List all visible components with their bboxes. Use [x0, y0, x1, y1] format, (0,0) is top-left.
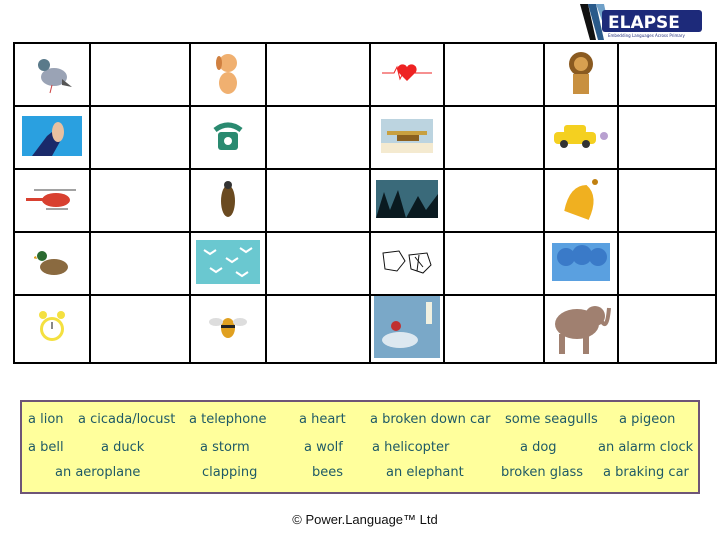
answer-cell[interactable]: [265, 231, 371, 296]
word-item[interactable]: a dog: [520, 440, 557, 455]
braking-car-image: [552, 122, 610, 154]
picture-cell: [543, 42, 619, 107]
alarm-clock-image: [37, 307, 67, 351]
answer-cell[interactable]: [443, 168, 545, 233]
helicopter-image: [24, 187, 80, 215]
word-item[interactable]: a bell: [28, 440, 64, 455]
pigeon-image: [32, 51, 72, 99]
picture-cell: [543, 231, 619, 296]
picture-cell: [189, 294, 267, 364]
svg-text:Embedding Languages Across Pri: Embedding Languages Across Primary: [608, 33, 685, 38]
word-item[interactable]: a telephone: [189, 412, 267, 427]
picture-cell: [13, 168, 91, 233]
elephant-image: [549, 298, 613, 360]
answer-cell[interactable]: [617, 42, 717, 107]
picture-cell: [189, 168, 267, 233]
word-item[interactable]: a storm: [200, 440, 250, 455]
word-item[interactable]: a duck: [101, 440, 144, 455]
word-item[interactable]: a helicopter: [372, 440, 449, 455]
picture-cell: [543, 168, 619, 233]
heart-image: [382, 61, 432, 89]
answer-cell[interactable]: [617, 294, 717, 364]
dog-image: [210, 51, 246, 99]
picture-cell: [369, 105, 445, 170]
clapping-image: [22, 115, 82, 160]
word-item[interactable]: a pigeon: [619, 412, 675, 427]
word-item[interactable]: a braking car: [603, 465, 689, 480]
picture-cell: [189, 231, 267, 296]
answer-cell[interactable]: [617, 231, 717, 296]
word-item[interactable]: a cicada/locust: [78, 412, 175, 427]
answer-cell[interactable]: [89, 231, 191, 296]
picture-cell: [189, 105, 267, 170]
picture-cell: [189, 42, 267, 107]
answer-cell[interactable]: [265, 42, 371, 107]
answer-cell[interactable]: [617, 168, 717, 233]
picture-grid: [13, 42, 717, 364]
answer-cell[interactable]: [89, 294, 191, 364]
word-item[interactable]: a lion: [28, 412, 64, 427]
word-item[interactable]: a wolf: [304, 440, 343, 455]
copyright-footer: © Power.Language™ Ltd: [292, 512, 438, 527]
answer-cell[interactable]: [443, 42, 545, 107]
picture-cell: [369, 168, 445, 233]
word-item[interactable]: broken glass: [501, 465, 583, 480]
word-item[interactable]: a broken down car: [370, 412, 490, 427]
word-item[interactable]: clapping: [202, 465, 257, 480]
picture-cell: [369, 42, 445, 107]
word-item[interactable]: bees: [312, 465, 343, 480]
word-item[interactable]: an aeroplane: [55, 465, 140, 480]
answer-cell[interactable]: [89, 105, 191, 170]
picture-cell: [369, 294, 445, 364]
svg-text:ELAPSE: ELAPSE: [608, 13, 680, 33]
wolf-image: [376, 179, 438, 222]
bees-image: [208, 312, 248, 346]
word-item[interactable]: an alarm clock: [598, 440, 693, 455]
broken-glass-image: [379, 247, 435, 281]
seagulls-image: [196, 239, 260, 288]
answer-cell[interactable]: [265, 294, 371, 364]
answer-cell[interactable]: [443, 294, 545, 364]
answer-cell[interactable]: [443, 231, 545, 296]
aeroplane-image: [381, 118, 433, 157]
answer-cell[interactable]: [89, 42, 191, 107]
elapse-logo: ELAPSE Embedding Languages Across Primar…: [580, 4, 702, 40]
duck-image: [32, 247, 70, 281]
broken-down-car-image: [374, 296, 440, 362]
picture-cell: [13, 105, 91, 170]
telephone-image: [211, 118, 245, 158]
picture-cell: [369, 231, 445, 296]
word-item[interactable]: a heart: [299, 412, 346, 427]
word-bank: a lion a cicada/locust a telephone a heart a…: [20, 400, 700, 494]
storm-image: [552, 242, 610, 285]
answer-cell[interactable]: [265, 105, 371, 170]
word-item[interactable]: an elephant: [386, 465, 464, 480]
answer-cell[interactable]: [265, 168, 371, 233]
answer-cell[interactable]: [89, 168, 191, 233]
picture-cell: [13, 231, 91, 296]
picture-cell: [13, 294, 91, 364]
picture-cell: [13, 42, 91, 107]
picture-cell: [543, 105, 619, 170]
answer-cell[interactable]: [443, 105, 545, 170]
answer-cell[interactable]: [617, 105, 717, 170]
word-item[interactable]: some seagulls: [505, 412, 598, 427]
bell-image: [561, 176, 601, 226]
picture-cell: [543, 294, 619, 364]
cicada-image: [218, 179, 238, 223]
lion-image: [564, 50, 598, 100]
